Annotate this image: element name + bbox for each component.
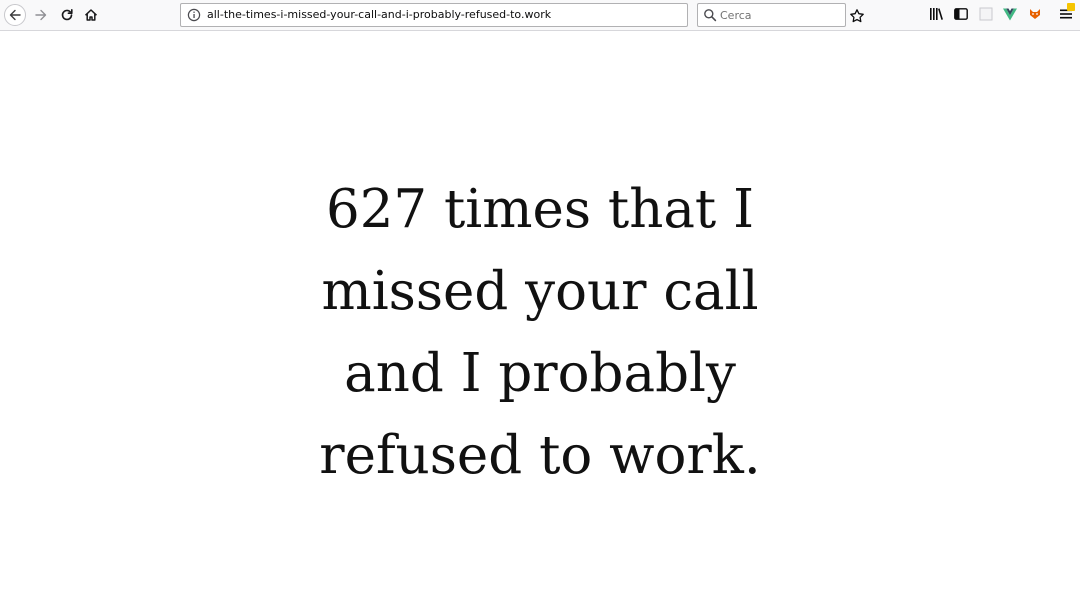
headline-line-3: and I probably bbox=[344, 343, 736, 404]
extension-blank-icon[interactable] bbox=[978, 6, 994, 22]
fox-extension-icon[interactable] bbox=[1027, 6, 1043, 22]
back-arrow-icon bbox=[9, 9, 21, 21]
reload-icon bbox=[61, 9, 73, 21]
search-bar[interactable] bbox=[697, 3, 846, 27]
page-content: 627 times that I missed your call and I … bbox=[0, 31, 1080, 607]
home-icon bbox=[84, 9, 98, 21]
back-button[interactable] bbox=[4, 4, 26, 26]
sidebar-icon[interactable] bbox=[953, 6, 969, 22]
forward-arrow-icon bbox=[35, 9, 47, 21]
address-bar[interactable]: all-the-times-i-missed-your-call-and-i-p… bbox=[180, 3, 864, 27]
update-badge bbox=[1067, 3, 1075, 11]
url-text[interactable]: all-the-times-i-missed-your-call-and-i-p… bbox=[207, 8, 551, 21]
headline-line-4: refused to work. bbox=[319, 425, 761, 486]
library-icon[interactable] bbox=[928, 6, 944, 22]
home-button[interactable] bbox=[80, 4, 102, 26]
page-headline: 627 times that I missed your call and I … bbox=[0, 169, 1080, 497]
info-icon[interactable] bbox=[187, 8, 201, 22]
star-icon[interactable] bbox=[849, 8, 865, 24]
browser-window: all-the-times-i-missed-your-call-and-i-p… bbox=[0, 0, 1080, 607]
search-input[interactable] bbox=[720, 6, 840, 24]
search-icon bbox=[704, 9, 717, 22]
forward-button[interactable] bbox=[30, 4, 52, 26]
reload-button[interactable] bbox=[56, 4, 78, 26]
headline-line-1: 627 times that I bbox=[325, 179, 755, 240]
headline-line-2: missed your call bbox=[321, 261, 759, 322]
navigation-toolbar: all-the-times-i-missed-your-call-and-i-p… bbox=[0, 0, 1080, 31]
vue-devtools-icon[interactable] bbox=[1002, 6, 1018, 22]
